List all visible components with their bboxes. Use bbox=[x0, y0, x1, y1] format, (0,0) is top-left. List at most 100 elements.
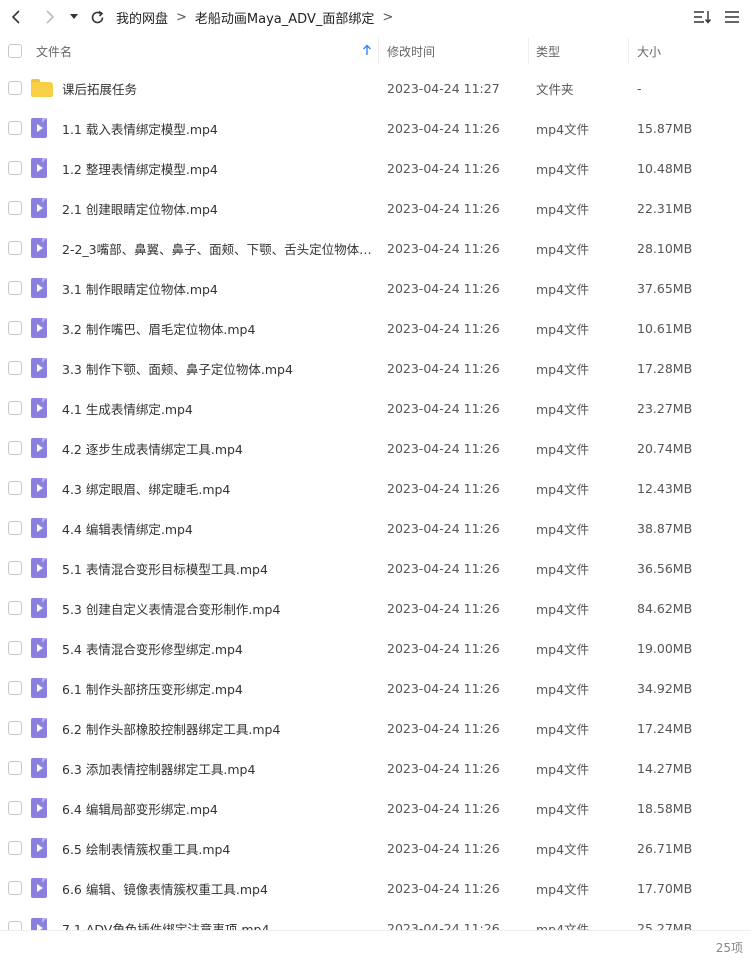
refresh-button[interactable] bbox=[84, 4, 110, 30]
breadcrumb-item-root[interactable]: 我的网盘 bbox=[116, 8, 168, 27]
file-modified-time: 2023-04-24 11:26 bbox=[387, 480, 500, 496]
row-checkbox[interactable] bbox=[8, 601, 22, 615]
file-name: 5.3 创建自定义表情混合变形制作.mp4 bbox=[62, 601, 281, 617]
file-size: 84.62MB bbox=[637, 600, 693, 616]
row-checkbox[interactable] bbox=[8, 201, 22, 215]
forward-button[interactable] bbox=[36, 4, 62, 30]
file-type: mp4文件 bbox=[536, 561, 590, 577]
file-type: mp4文件 bbox=[536, 921, 590, 931]
file-row[interactable]: 6.6 编辑、镜像表情簇权重工具.mp4 2023-04-24 11:26 mp4文… bbox=[0, 868, 751, 908]
file-type: mp4文件 bbox=[536, 201, 590, 217]
file-modified-time: 2023-04-24 11:26 bbox=[387, 720, 500, 736]
file-row[interactable]: 课后拓展任务 2023-04-24 11:27 文件夹 - bbox=[0, 68, 751, 108]
breadcrumb-separator: > bbox=[382, 9, 394, 25]
file-name: 4.1 生成表情绑定.mp4 bbox=[62, 401, 193, 417]
file-modified-time: 2023-04-24 11:26 bbox=[387, 360, 500, 376]
column-header-name[interactable]: 文件名 bbox=[36, 43, 72, 60]
row-checkbox[interactable] bbox=[8, 121, 22, 135]
row-checkbox[interactable] bbox=[8, 321, 22, 335]
row-checkbox[interactable] bbox=[8, 521, 22, 535]
row-checkbox[interactable] bbox=[8, 921, 22, 930]
file-size: 26.71MB bbox=[637, 840, 693, 856]
column-header-time[interactable]: 修改时间 bbox=[387, 43, 435, 60]
file-row[interactable]: 3.2 制作嘴巴、眉毛定位物体.mp4 2023-04-24 11:26 mp4文件… bbox=[0, 308, 751, 348]
file-size: 20.74MB bbox=[637, 440, 693, 456]
file-name: 4.3 绑定眼眉、绑定睫毛.mp4 bbox=[62, 481, 231, 497]
column-divider[interactable] bbox=[628, 38, 629, 64]
item-count: 25项 bbox=[715, 941, 743, 955]
file-modified-time: 2023-04-24 11:26 bbox=[387, 800, 500, 816]
breadcrumb: 我的网盘 > 老船动画Maya_ADV_面部绑定 > bbox=[116, 8, 401, 27]
caret-down-icon bbox=[70, 14, 78, 19]
video-file-icon bbox=[31, 198, 51, 218]
file-type: mp4文件 bbox=[536, 241, 590, 257]
file-modified-time: 2023-04-24 11:26 bbox=[387, 640, 500, 656]
row-checkbox[interactable] bbox=[8, 281, 22, 295]
file-row[interactable]: 2.1 创建眼睛定位物体.mp4 2023-04-24 11:26 mp4文件 22.… bbox=[0, 188, 751, 228]
file-type: mp4文件 bbox=[536, 441, 590, 457]
file-row[interactable]: 1.1 载入表情绑定模型.mp4 2023-04-24 11:26 mp4文件 15.… bbox=[0, 108, 751, 148]
column-header-type[interactable]: 类型 bbox=[536, 43, 560, 60]
file-row[interactable]: 4.2 逐步生成表情绑定工具.mp4 2023-04-24 11:26 mp4文件 2… bbox=[0, 428, 751, 468]
file-row[interactable]: 4.4 编辑表情绑定.mp4 2023-04-24 11:26 mp4文件 38.87… bbox=[0, 508, 751, 548]
file-size: 12.43MB bbox=[637, 480, 693, 496]
sort-button[interactable] bbox=[691, 4, 713, 30]
file-name: 6.1 制作头部挤压变形绑定.mp4 bbox=[62, 681, 243, 697]
file-row[interactable]: 5.1 表情混合变形目标模型工具.mp4 2023-04-24 11:26 mp4文… bbox=[0, 548, 751, 588]
row-checkbox[interactable] bbox=[8, 361, 22, 375]
video-file-icon bbox=[31, 278, 51, 298]
row-checkbox[interactable] bbox=[8, 81, 22, 95]
refresh-icon bbox=[91, 10, 103, 23]
file-type: mp4文件 bbox=[536, 481, 590, 497]
column-header-size[interactable]: 大小 bbox=[637, 43, 661, 60]
file-row[interactable]: 1.2 整理表情绑定模型.mp4 2023-04-24 11:26 mp4文件 10.… bbox=[0, 148, 751, 188]
file-row[interactable]: 6.4 编辑局部变形绑定.mp4 2023-04-24 11:26 mp4文件 18.… bbox=[0, 788, 751, 828]
file-row[interactable]: 4.1 生成表情绑定.mp4 2023-04-24 11:26 mp4文件 23.27… bbox=[0, 388, 751, 428]
column-divider[interactable] bbox=[528, 38, 529, 64]
file-row[interactable]: 2-2_3嘴部、鼻翼、鼻子、面颊、下颚、舌头定位物体.m... 2023-04-2… bbox=[0, 228, 751, 268]
row-checkbox[interactable] bbox=[8, 721, 22, 735]
file-row[interactable]: 3.3 制作下颚、面颊、鼻子定位物体.mp4 2023-04-24 11:26 mp… bbox=[0, 348, 751, 388]
view-mode-button[interactable] bbox=[721, 4, 743, 30]
file-row[interactable]: 3.1 制作眼睛定位物体.mp4 2023-04-24 11:26 mp4文件 37.… bbox=[0, 268, 751, 308]
row-checkbox[interactable] bbox=[8, 161, 22, 175]
file-type: 文件夹 bbox=[536, 81, 574, 97]
file-row[interactable]: 6.2 制作头部橡胶控制器绑定工具.mp4 2023-04-24 11:26 mp4… bbox=[0, 708, 751, 748]
file-row[interactable]: 4.3 绑定眼眉、绑定睫毛.mp4 2023-04-24 11:26 mp4文件 12… bbox=[0, 468, 751, 508]
row-checkbox[interactable] bbox=[8, 481, 22, 495]
row-checkbox[interactable] bbox=[8, 761, 22, 775]
row-checkbox[interactable] bbox=[8, 241, 22, 255]
row-checkbox[interactable] bbox=[8, 401, 22, 415]
file-size: 14.27MB bbox=[637, 760, 693, 776]
row-checkbox[interactable] bbox=[8, 801, 22, 815]
file-row[interactable]: 7.1 ADV角色插件绑定注意事项.mp4 2023-04-24 11:26 mp4… bbox=[0, 908, 751, 930]
file-row[interactable]: 6.1 制作头部挤压变形绑定.mp4 2023-04-24 11:26 mp4文件 3… bbox=[0, 668, 751, 708]
breadcrumb-item-current[interactable]: 老船动画Maya_ADV_面部绑定 bbox=[195, 8, 374, 27]
file-name: 5.1 表情混合变形目标模型工具.mp4 bbox=[62, 561, 268, 577]
file-size: 23.27MB bbox=[637, 400, 693, 416]
file-type: mp4文件 bbox=[536, 321, 590, 337]
row-checkbox[interactable] bbox=[8, 881, 22, 895]
file-name: 4.2 逐步生成表情绑定工具.mp4 bbox=[62, 441, 243, 457]
row-checkbox[interactable] bbox=[8, 681, 22, 695]
row-checkbox[interactable] bbox=[8, 641, 22, 655]
video-file-icon bbox=[31, 118, 51, 138]
history-dropdown-button[interactable] bbox=[66, 4, 82, 30]
file-size: 38.87MB bbox=[637, 520, 693, 536]
back-button[interactable] bbox=[4, 4, 30, 30]
column-divider[interactable] bbox=[378, 38, 379, 64]
row-checkbox[interactable] bbox=[8, 841, 22, 855]
video-file-icon bbox=[31, 398, 51, 418]
file-modified-time: 2023-04-24 11:26 bbox=[387, 320, 500, 336]
file-row[interactable]: 6.3 添加表情控制器绑定工具.mp4 2023-04-24 11:26 mp4文件… bbox=[0, 748, 751, 788]
file-type: mp4文件 bbox=[536, 121, 590, 137]
select-all-checkbox[interactable] bbox=[8, 44, 22, 58]
file-row[interactable]: 5.3 创建自定义表情混合变形制作.mp4 2023-04-24 11:26 mp4… bbox=[0, 588, 751, 628]
row-checkbox[interactable] bbox=[8, 561, 22, 575]
row-checkbox[interactable] bbox=[8, 441, 22, 455]
file-name: 6.5 绘制表情簇权重工具.mp4 bbox=[62, 841, 231, 857]
file-type: mp4文件 bbox=[536, 161, 590, 177]
file-row[interactable]: 6.5 绘制表情簇权重工具.mp4 2023-04-24 11:26 mp4文件 26… bbox=[0, 828, 751, 868]
file-row[interactable]: 5.4 表情混合变形修型绑定.mp4 2023-04-24 11:26 mp4文件 1… bbox=[0, 628, 751, 668]
video-file-icon bbox=[31, 838, 51, 858]
